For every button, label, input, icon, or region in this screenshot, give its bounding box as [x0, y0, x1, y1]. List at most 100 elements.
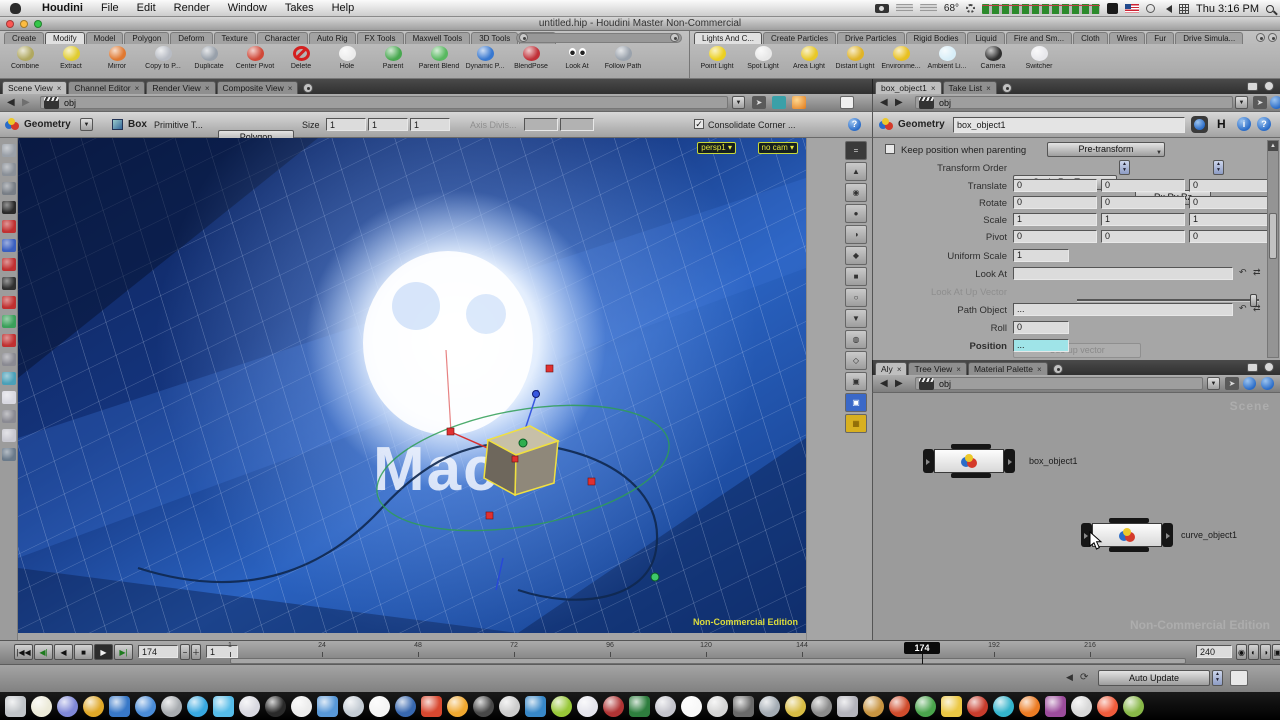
shelf-tool-point-light[interactable]: Point Light [694, 45, 740, 78]
step-back-key-button[interactable]: ◀| [34, 644, 53, 660]
tab-aly[interactable]: Aly× [875, 362, 907, 375]
scale-field-y[interactable]: 1 [1101, 213, 1185, 226]
shelf-tool-extract[interactable]: Extract [48, 45, 94, 78]
shelf-tool-dynamic-p[interactable]: Dynamic P... [462, 45, 508, 78]
shelf-tab-maxwell-tools[interactable]: Maxwell Tools [405, 32, 471, 44]
side-tool-icon[interactable] [2, 201, 16, 214]
pivot-field-y[interactable]: 0 [1101, 230, 1185, 243]
frame-increment-button[interactable]: ＋ [191, 644, 201, 660]
look-at-field[interactable] [1013, 267, 1233, 280]
dock-icon[interactable] [967, 696, 988, 717]
shelf-tab-liquid[interactable]: Liquid [967, 32, 1004, 44]
dock-icon[interactable] [1071, 696, 1092, 717]
dock-icon[interactable] [707, 696, 728, 717]
close-window-button[interactable] [6, 20, 14, 28]
network-hook-icon[interactable]: ➤ [1225, 377, 1239, 390]
shelf-tool-camera[interactable]: Camera [970, 45, 1016, 78]
tab-box-object1[interactable]: box_object1× [875, 81, 942, 94]
dock-icon[interactable] [759, 696, 780, 717]
node-label-curve[interactable]: curve_object1 [1181, 530, 1237, 540]
rotate-order-spinner[interactable]: ▲▼ [1213, 160, 1224, 175]
hook-icon[interactable]: ➤ [752, 96, 766, 109]
param-hook-icon[interactable]: ➤ [1253, 96, 1267, 109]
side-tool-icon[interactable] [2, 239, 16, 252]
viewport-tool-icon[interactable]: ◑ [845, 225, 867, 244]
network-forward-icon[interactable]: ▶ [895, 378, 903, 389]
shelf-tool-distant-light[interactable]: Distant Light [832, 45, 878, 78]
shelf-tool-parent[interactable]: Parent [370, 45, 416, 78]
green-handle-point[interactable] [519, 439, 527, 447]
dock-icon[interactable] [993, 696, 1014, 717]
param-back-icon[interactable]: ◀ [880, 97, 888, 108]
shelf-tab-drive-simula[interactable]: Drive Simula... [1175, 32, 1243, 44]
refresh-icon[interactable]: ⟳ [1080, 672, 1088, 683]
dock-icon[interactable] [811, 696, 832, 717]
node-label-box[interactable]: box_object1 [1029, 456, 1078, 466]
info-icon[interactable]: i [1237, 117, 1251, 131]
side-tool-icon[interactable] [2, 258, 16, 271]
dock-icon[interactable] [681, 696, 702, 717]
playbar-option-button3[interactable]: ◑ [1260, 644, 1271, 660]
rotate-field-y[interactable]: 0 [1101, 196, 1185, 209]
shelf-tab-character[interactable]: Character [257, 32, 308, 44]
viewport-tool-icon[interactable]: ◍ [845, 330, 867, 349]
side-tool-icon[interactable] [2, 429, 16, 442]
screen-recorder-icon[interactable] [875, 4, 889, 13]
menu-extra-icon[interactable] [1107, 3, 1118, 14]
dock-icon[interactable] [83, 696, 104, 717]
menu-houdini[interactable]: Houdini [33, 2, 92, 14]
spotlight-icon[interactable] [1266, 5, 1274, 13]
shelf-tool-mirror[interactable]: Mirror [94, 45, 140, 78]
viewport-tool-icon[interactable]: ◉ [845, 183, 867, 202]
size-z-field[interactable] [410, 118, 450, 131]
dock-icon[interactable] [161, 696, 182, 717]
playbar-option-button2[interactable]: ◐ [1248, 644, 1259, 660]
viewport-tool-icon[interactable]: ▦ [845, 414, 867, 433]
memory-icon[interactable] [1230, 670, 1248, 686]
dock-icon[interactable] [1045, 696, 1066, 717]
network-maximize-icon[interactable] [1247, 363, 1258, 372]
look-at-op-icon[interactable]: ↶ [1239, 267, 1247, 278]
menu-takes[interactable]: Takes [276, 2, 323, 14]
zoom-window-button[interactable] [34, 20, 42, 28]
scene-path-label[interactable]: obj [64, 98, 76, 108]
auto-update-spinner[interactable]: ▲▼ [1212, 670, 1223, 686]
tab-close-icon[interactable]: × [1037, 363, 1042, 376]
dock-icon[interactable] [109, 696, 130, 717]
step-forward-key-button[interactable]: ▶| [114, 644, 133, 660]
network-menu-icon[interactable] [1264, 362, 1274, 372]
dock-icon[interactable] [265, 696, 286, 717]
node-flag-left[interactable] [923, 449, 934, 473]
param-path-dropdown[interactable]: ▼ [1235, 96, 1248, 109]
shelf-tab-create[interactable]: Create [4, 32, 44, 44]
select-node-icon[interactable] [1191, 116, 1208, 133]
node-box-object1[interactable] [923, 449, 1015, 473]
tab-take-list[interactable]: Take List× [943, 81, 997, 94]
shelf-tab-wires[interactable]: Wires [1109, 32, 1145, 44]
tab-close-icon[interactable]: × [135, 82, 140, 95]
cpu-graph-icon[interactable] [982, 4, 1100, 14]
viewport-tool-icon[interactable]: ○ [845, 288, 867, 307]
side-tool-icon[interactable] [2, 144, 16, 157]
playbar-option-button1[interactable]: ◉ [1236, 644, 1247, 660]
shelf-tab-3d-tools[interactable]: 3D Tools [471, 32, 518, 44]
shelf-tool-look-at[interactable]: Look At [554, 45, 600, 78]
translate-field-x[interactable]: 0 [1013, 179, 1097, 192]
param-help-icon[interactable]: ? [1257, 117, 1271, 131]
range-start-field[interactable] [206, 645, 238, 658]
dock-icon[interactable] [213, 696, 234, 717]
keep-position-checkbox[interactable] [885, 144, 895, 154]
scene-path-field[interactable] [40, 96, 728, 109]
side-tool-icon[interactable] [2, 391, 16, 404]
node-name-field[interactable] [953, 117, 1185, 133]
viewport-tool-icon[interactable]: ● [845, 204, 867, 223]
current-frame-marker[interactable]: 174 [904, 642, 940, 654]
shelf-scroll-left-button[interactable] [1256, 33, 1265, 42]
green-curve-point[interactable] [651, 573, 659, 581]
history-button[interactable]: H [1217, 117, 1226, 131]
shelf-tool-copy-to-p[interactable]: Copy to P... [140, 45, 186, 78]
shelf-tool-ambient-li[interactable]: Ambient Li... [924, 45, 970, 78]
dock-icon[interactable] [577, 696, 598, 717]
side-tool-icon[interactable] [2, 353, 16, 366]
tab-close-icon[interactable]: × [57, 82, 62, 95]
